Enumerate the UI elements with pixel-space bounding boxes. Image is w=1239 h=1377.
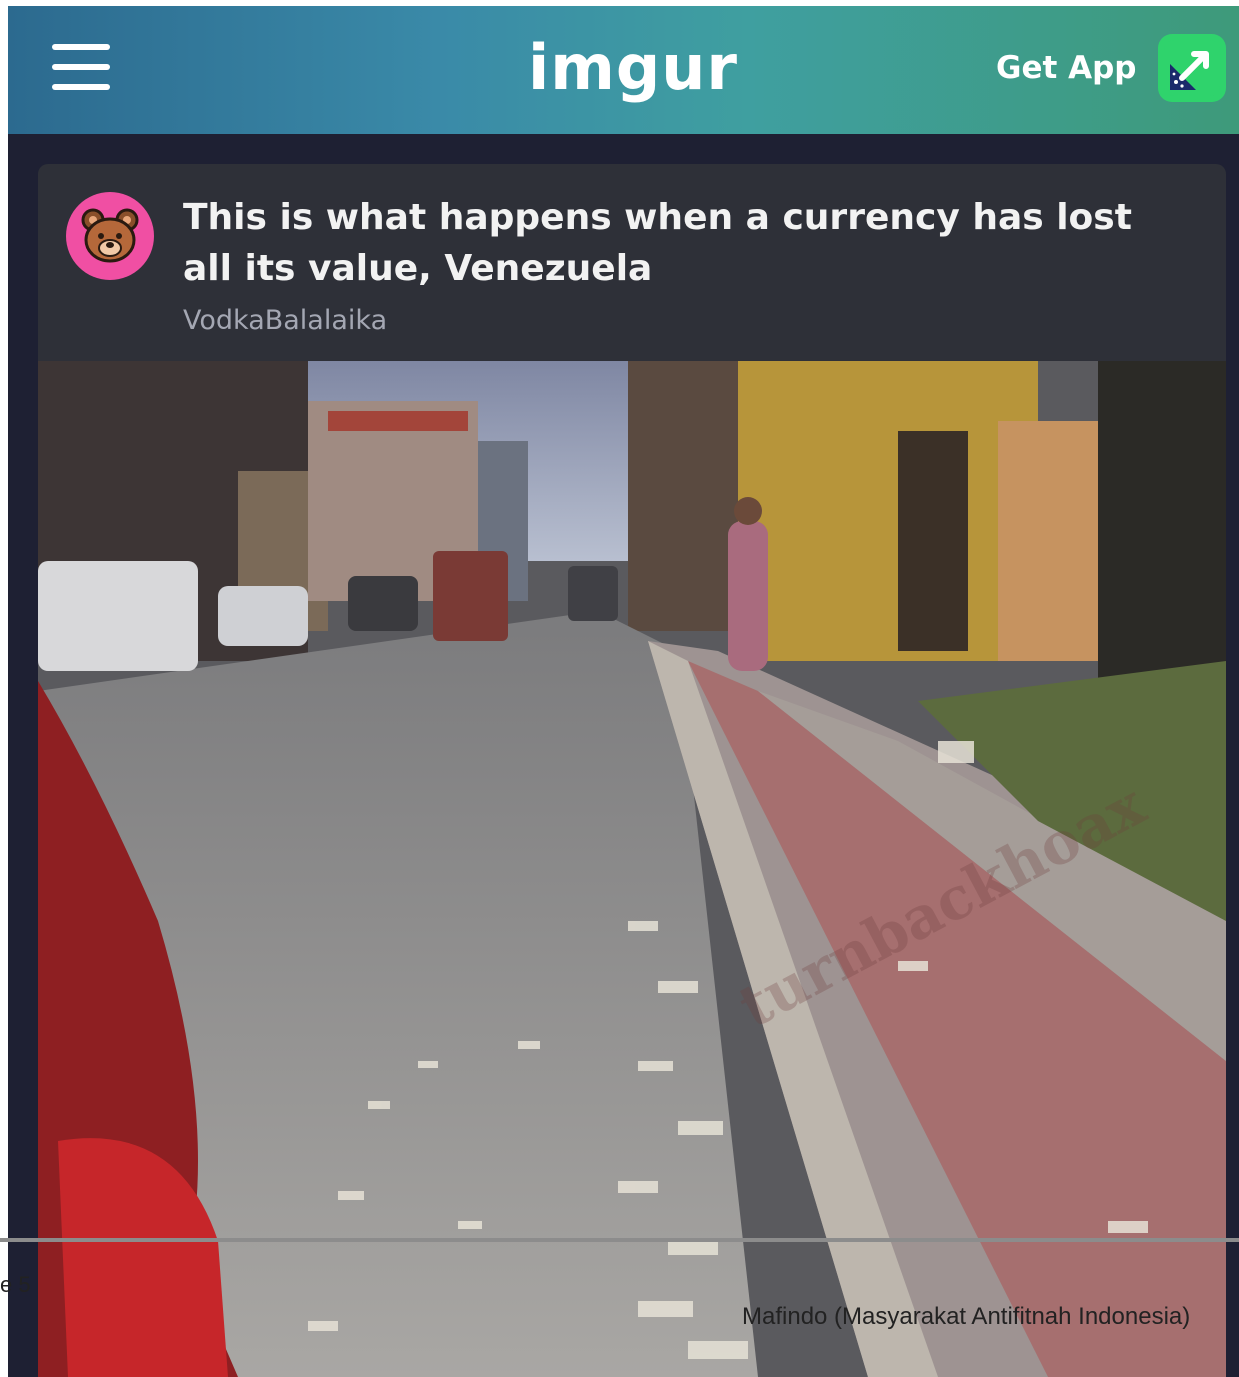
- post-card: This is what happens when a currency has…: [38, 164, 1226, 1377]
- top-navigation-bar: imgur Get App: [8, 6, 1239, 134]
- post-title[interactable]: This is what happens when a currency has…: [183, 192, 1193, 294]
- footer-divider: [0, 1238, 1239, 1242]
- imgur-screenshot: imgur Get App This is what happens when …: [8, 6, 1239, 1377]
- page-number: e 5: [0, 1272, 31, 1297]
- hamburger-menu-icon[interactable]: [52, 44, 110, 90]
- bear-avatar-icon[interactable]: [66, 192, 154, 280]
- imgur-logo[interactable]: imgur: [518, 28, 748, 108]
- imgur-app-icon[interactable]: [1158, 34, 1226, 102]
- footer-credit: Mafindo (Masyarakat Antifitnah Indonesia…: [742, 1303, 1191, 1330]
- post-image[interactable]: turnbackhoax: [38, 361, 1226, 1377]
- post-author[interactable]: VodkaBalalaika: [183, 304, 387, 338]
- get-app-button[interactable]: Get App: [996, 48, 1136, 88]
